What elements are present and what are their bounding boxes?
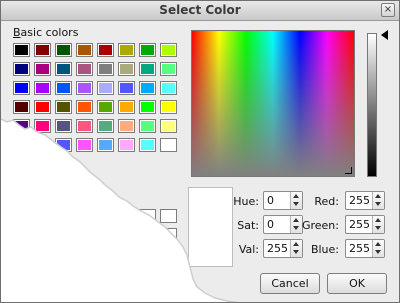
red-spinbox[interactable]: 255 — [345, 191, 385, 210]
close-button[interactable]: × — [381, 3, 395, 17]
basic-color-swatch[interactable] — [139, 138, 156, 152]
basic-color-swatch[interactable] — [118, 119, 135, 133]
basic-color-swatch[interactable] — [76, 81, 93, 95]
red-stepper[interactable] — [372, 192, 384, 209]
basic-color-swatch[interactable] — [97, 138, 114, 152]
custom-color-swatch[interactable] — [139, 228, 156, 242]
basic-color-swatch[interactable] — [97, 43, 114, 57]
spin-down-icon[interactable] — [375, 250, 381, 254]
basic-color-swatch[interactable] — [13, 119, 30, 133]
basic-color-swatch[interactable] — [34, 138, 51, 152]
spin-down-icon[interactable] — [375, 202, 381, 206]
basic-colors-label-text: asic colors — [20, 26, 79, 39]
red-label: Red: — [314, 195, 339, 208]
hue-value[interactable]: 0 — [267, 194, 274, 207]
basic-color-swatch[interactable] — [160, 81, 177, 95]
basic-color-swatch[interactable] — [34, 43, 51, 57]
hue-saturation-spectrum[interactable] — [191, 30, 355, 177]
basic-color-swatch[interactable] — [55, 138, 72, 152]
basic-color-swatch[interactable] — [55, 100, 72, 114]
window-title: Select Color — [159, 3, 241, 17]
basic-color-swatch[interactable] — [34, 62, 51, 76]
custom-color-swatch[interactable] — [118, 209, 135, 223]
basic-color-swatch[interactable] — [118, 43, 135, 57]
basic-color-swatch[interactable] — [139, 119, 156, 133]
basic-color-swatch[interactable] — [13, 138, 30, 152]
sat-value[interactable]: 0 — [267, 218, 274, 231]
basic-color-swatch[interactable] — [139, 43, 156, 57]
green-label: Green: — [301, 219, 339, 232]
basic-color-swatch[interactable] — [139, 81, 156, 95]
basic-colors-label: Basic colors — [13, 26, 78, 39]
basic-color-swatch[interactable] — [13, 43, 30, 57]
basic-color-swatch[interactable] — [160, 138, 177, 152]
basic-color-swatch[interactable] — [160, 100, 177, 114]
basic-color-swatch[interactable] — [55, 119, 72, 133]
basic-colors-mnemonic: B — [13, 26, 21, 39]
basic-color-swatch[interactable] — [76, 100, 93, 114]
basic-color-swatch[interactable] — [13, 62, 30, 76]
basic-color-swatch[interactable] — [55, 62, 72, 76]
basic-color-swatch[interactable] — [34, 81, 51, 95]
basic-color-swatch[interactable] — [118, 62, 135, 76]
basic-color-swatch[interactable] — [76, 62, 93, 76]
green-spinbox[interactable]: 255 — [345, 215, 385, 234]
basic-color-swatch[interactable] — [118, 100, 135, 114]
basic-color-swatch[interactable] — [97, 81, 114, 95]
select-color-dialog: Select Color × Basic colors Hue: 0 Sat: … — [0, 0, 400, 303]
custom-color-swatch[interactable] — [97, 209, 114, 223]
val-label: Val: — [238, 243, 259, 256]
val-value[interactable]: 255 — [267, 242, 288, 255]
red-value[interactable]: 255 — [349, 194, 370, 207]
spin-up-icon[interactable] — [375, 218, 381, 222]
basic-color-swatch[interactable] — [139, 62, 156, 76]
basic-color-swatch[interactable] — [34, 100, 51, 114]
basic-color-swatch[interactable] — [160, 119, 177, 133]
blue-stepper[interactable] — [372, 240, 384, 257]
basic-color-swatch[interactable] — [160, 43, 177, 57]
custom-color-swatch[interactable] — [139, 209, 156, 223]
basic-color-swatch[interactable] — [76, 43, 93, 57]
luminance-slider[interactable] — [367, 33, 377, 177]
basic-color-swatch[interactable] — [76, 119, 93, 133]
ok-button[interactable]: OK — [327, 273, 387, 294]
spin-down-icon[interactable] — [375, 226, 381, 230]
custom-color-swatch[interactable] — [160, 228, 177, 242]
custom-color-swatch[interactable] — [160, 209, 177, 223]
basic-color-swatch[interactable] — [97, 100, 114, 114]
hue-label: Hue: — [233, 195, 259, 208]
basic-color-swatch[interactable] — [13, 100, 30, 114]
basic-color-swatch[interactable] — [139, 100, 156, 114]
green-value[interactable]: 255 — [349, 218, 370, 231]
green-stepper[interactable] — [372, 216, 384, 233]
spin-up-icon[interactable] — [375, 194, 381, 198]
basic-color-swatch[interactable] — [97, 62, 114, 76]
basic-color-swatch[interactable] — [97, 119, 114, 133]
basic-color-swatch[interactable] — [118, 138, 135, 152]
basic-color-swatch[interactable] — [160, 62, 177, 76]
spin-up-icon[interactable] — [375, 242, 381, 246]
basic-color-swatch[interactable] — [34, 119, 51, 133]
basic-color-swatch[interactable] — [13, 81, 30, 95]
basic-color-swatch[interactable] — [76, 138, 93, 152]
blue-spinbox[interactable]: 255 — [345, 239, 385, 258]
custom-color-swatch[interactable] — [118, 228, 135, 242]
sat-label: Sat: — [237, 219, 259, 232]
title-bar[interactable]: Select Color × — [1, 1, 399, 21]
luminance-arrow-icon[interactable] — [381, 30, 388, 40]
spectrum-crosshair-icon — [345, 167, 352, 174]
basic-color-swatch[interactable] — [55, 43, 72, 57]
custom-color-swatch[interactable] — [97, 228, 114, 242]
basic-color-swatch[interactable] — [118, 81, 135, 95]
blue-value[interactable]: 255 — [349, 242, 370, 255]
blue-label: Blue: — [310, 243, 339, 256]
cancel-button[interactable]: Cancel — [260, 273, 320, 294]
basic-color-swatch[interactable] — [55, 81, 72, 95]
